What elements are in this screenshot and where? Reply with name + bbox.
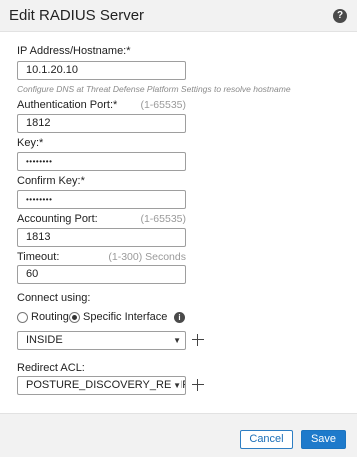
connect-using-radio-group: Routing Specific Interface i (17, 311, 217, 325)
radio-specific-interface-label[interactable]: Specific Interface (83, 311, 167, 323)
redirect-acl-select[interactable]: POSTURE_DISCOVERY_REDIRECT ▼ (17, 376, 186, 395)
cancel-button[interactable]: Cancel (240, 430, 293, 449)
timeout-label: Timeout: (17, 251, 60, 263)
chevron-down-icon: ▼ (171, 332, 181, 349)
radio-routing[interactable] (17, 312, 28, 323)
dialog-body: IP Address/Hostname:* 10.1.20.10 Configu… (0, 33, 357, 413)
dialog-footer: Cancel Save (0, 413, 357, 457)
redirect-acl-label: Redirect ACL: (17, 362, 85, 374)
key-input[interactable]: •••••••• (17, 152, 186, 171)
confirm-key-label: Confirm Key:* (17, 175, 85, 187)
dialog-header: Edit RADIUS Server ? (0, 0, 357, 32)
info-icon[interactable]: i (174, 312, 185, 323)
dialog-title: Edit RADIUS Server (9, 7, 145, 24)
radio-routing-label[interactable]: Routing (31, 311, 69, 323)
connect-using-label: Connect using: (17, 292, 91, 304)
edit-radius-server-dialog: Edit RADIUS Server ? IP Address/Hostname… (0, 0, 357, 457)
confirm-key-input[interactable]: •••••••• (17, 190, 186, 209)
ip-address-input[interactable]: 10.1.20.10 (17, 61, 186, 80)
add-redirect-acl-plus-icon[interactable] (192, 379, 204, 391)
accounting-port-range: (1-65535) (140, 213, 186, 225)
interface-select[interactable]: INSIDE ▼ (17, 331, 186, 350)
add-interface-plus-icon[interactable] (192, 334, 204, 346)
auth-port-range: (1-65535) (140, 99, 186, 111)
auth-port-label: Authentication Port:* (17, 99, 118, 111)
save-button[interactable]: Save (301, 430, 346, 449)
chevron-down-icon: ▼ (171, 377, 181, 394)
redirect-acl-select-value: POSTURE_DISCOVERY_REDIRECT (26, 379, 185, 391)
help-icon[interactable]: ? (333, 9, 347, 23)
accounting-port-label: Accounting Port: (17, 213, 98, 225)
ip-address-label: IP Address/Hostname:* (17, 45, 131, 57)
interface-select-value: INSIDE (26, 334, 63, 346)
ip-address-helper: Configure DNS at Threat Defense Platform… (17, 84, 291, 94)
key-label: Key:* (17, 137, 44, 149)
radio-specific-interface[interactable] (69, 312, 80, 323)
accounting-port-input[interactable]: 1813 (17, 228, 186, 247)
auth-port-input[interactable]: 1812 (17, 114, 186, 133)
timeout-input[interactable]: 60 (17, 265, 186, 284)
timeout-range: (1-300) Seconds (108, 251, 186, 263)
